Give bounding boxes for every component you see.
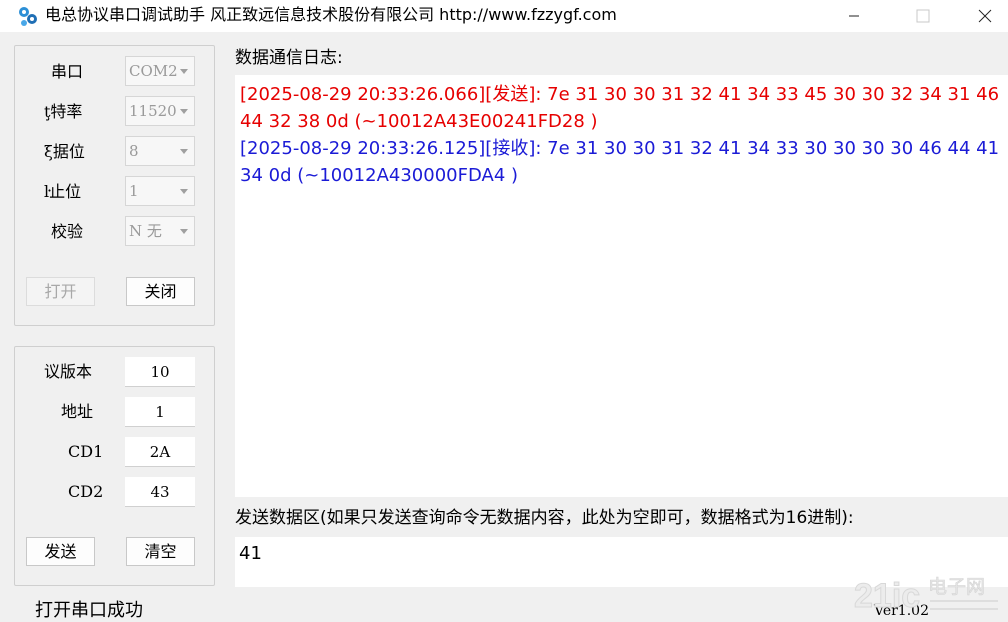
chevron-down-icon — [180, 109, 188, 114]
chevron-down-icon — [180, 69, 188, 74]
close-port-button[interactable]: 关闭 — [126, 277, 195, 306]
stopbits-label: ŀ止位 — [44, 182, 82, 201]
baud-select[interactable]: 11520 — [125, 96, 195, 126]
parity-select[interactable]: N 无 — [125, 216, 195, 246]
cd1-input[interactable]: 2A — [125, 437, 195, 467]
chevron-down-icon — [180, 229, 188, 234]
databits-select[interactable]: 8 — [125, 136, 195, 166]
minimize-button[interactable] — [831, 0, 877, 32]
log-textarea[interactable]: [2025-08-29 20:33:26.066][发送]: 7e 31 30 … — [235, 75, 1008, 497]
close-icon — [978, 9, 992, 23]
watermark-logo: 21ic 电子网 — [854, 576, 998, 616]
minimize-icon — [849, 15, 859, 17]
port-value: COM2 — [129, 62, 178, 80]
close-button[interactable] — [962, 0, 1008, 32]
databits-label: ξ据位 — [44, 142, 85, 161]
port-select[interactable]: COM2 — [125, 56, 195, 86]
clear-button[interactable]: 清空 — [126, 537, 195, 566]
maximize-icon — [916, 9, 930, 23]
send-area-heading: 发送数据区(如果只发送查询命令无数据内容，此处为空即可，数据格式为16进制): — [235, 508, 854, 528]
send-button[interactable]: 发送 — [26, 537, 95, 566]
databits-value: 8 — [129, 142, 139, 160]
stopbits-value: 1 — [129, 182, 139, 200]
address-label: 地址 — [61, 402, 94, 421]
baud-label: ţ特率 — [44, 102, 83, 121]
protocol-version-label: 议版本 — [44, 362, 93, 381]
status-message: 打开串口成功 — [35, 600, 143, 621]
chevron-down-icon — [180, 149, 188, 154]
gears-icon — [19, 7, 37, 26]
parity-value: N 无 — [129, 222, 162, 240]
port-label: 串口 — [51, 62, 84, 81]
open-port-button[interactable]: 打开 — [26, 277, 95, 306]
baud-value: 11520 — [129, 102, 177, 120]
svg-text:电子网: 电子网 — [928, 576, 985, 598]
window-title: 电总协议串口调试助手 风正致远信息技术股份有限公司 http://www.fzz… — [45, 5, 617, 24]
protocol-version-input[interactable]: 10 — [125, 357, 195, 387]
cd1-label: CD1 — [68, 442, 104, 461]
log-entry-receive: [2025-08-29 20:33:26.125][接收]: 7e 31 30 … — [240, 138, 1000, 186]
stopbits-select[interactable]: 1 — [125, 176, 195, 206]
address-input[interactable]: 1 — [125, 397, 195, 427]
cd2-label: CD2 — [68, 482, 104, 501]
parity-label: 校验 — [51, 222, 84, 241]
log-heading: 数据通信日志: — [235, 48, 343, 68]
maximize-button[interactable] — [900, 0, 946, 32]
chevron-down-icon — [180, 189, 188, 194]
svg-text:21ic: 21ic — [854, 577, 920, 615]
title-bar: 电总协议串口调试助手 风正致远信息技术股份有限公司 http://www.fzz… — [0, 0, 1008, 32]
cd2-input[interactable]: 43 — [125, 477, 195, 507]
log-entry-send: [2025-08-29 20:33:26.066][发送]: 7e 31 30 … — [240, 84, 1000, 132]
